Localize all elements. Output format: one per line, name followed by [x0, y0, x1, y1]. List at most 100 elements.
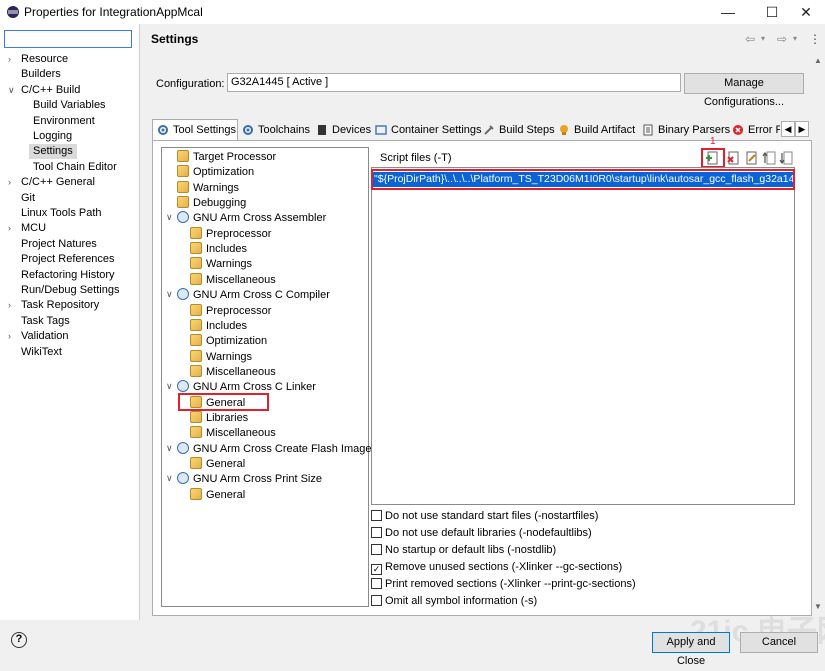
chevron-down-icon[interactable]: ∨	[8, 83, 18, 98]
edit-file-icon[interactable]	[744, 151, 758, 165]
option-row[interactable]: Do not use default libraries (-nodefault…	[371, 526, 592, 540]
tool-tree-leaf[interactable]: Debugging	[177, 196, 246, 211]
option-checkbox[interactable]: ✓	[371, 564, 382, 575]
view-menu-icon[interactable]: ⋮	[809, 32, 821, 46]
chevron-down-icon[interactable]: ∨	[166, 212, 173, 223]
nav-item[interactable]: Settings	[29, 144, 77, 160]
chevron-right-icon[interactable]: ›	[8, 298, 18, 313]
nav-item[interactable]: Environment	[29, 114, 99, 129]
nav-item[interactable]: C/C++ Build	[17, 83, 84, 98]
nav-item[interactable]: Resource	[17, 52, 72, 67]
vertical-scrollbar[interactable]: ▲ ▼	[812, 54, 825, 616]
tab-tool-settings[interactable]: Tool Settings	[152, 119, 238, 140]
scroll-up-icon[interactable]: ▲	[814, 56, 822, 65]
tool-tree-node[interactable]: GNU Arm Cross Create Flash Image	[177, 441, 372, 457]
option-checkbox[interactable]	[371, 544, 382, 555]
tab-scroll-right-button[interactable]: ▶	[795, 121, 809, 137]
chevron-right-icon[interactable]: ›	[8, 329, 18, 344]
move-down-icon[interactable]	[779, 151, 793, 165]
back-dropdown-icon[interactable]: ▾	[761, 34, 765, 43]
nav-item[interactable]: Task Tags	[17, 314, 74, 329]
tab-build-artifact[interactable]: Build Artifact	[554, 120, 635, 140]
tab-error-parsers[interactable]: Error P	[728, 120, 780, 140]
chevron-right-icon[interactable]: ›	[8, 221, 18, 236]
tool-tree-leaf[interactable]: Libraries	[190, 410, 248, 426]
nav-item[interactable]: Tool Chain Editor	[29, 160, 121, 175]
tool-tree-leaf[interactable]: General	[190, 487, 245, 503]
chevron-down-icon[interactable]: ∨	[166, 289, 173, 300]
chevron-down-icon[interactable]: ∨	[166, 381, 173, 392]
nav-item[interactable]: WikiText	[17, 345, 66, 360]
tool-tree-leaf[interactable]: Target Processor	[177, 150, 276, 165]
cancel-button[interactable]: Cancel	[740, 632, 818, 653]
help-icon[interactable]: ?	[11, 632, 27, 648]
option-checkbox[interactable]	[371, 510, 382, 521]
tool-tree-leaf[interactable]: Warnings	[190, 349, 252, 365]
tab-devices[interactable]: Devices	[312, 120, 371, 140]
nav-item[interactable]: Builders	[17, 67, 65, 82]
tool-settings-tree: Target Processor Optimization Warnings Debu…	[161, 147, 372, 607]
chevron-down-icon[interactable]: ∨	[166, 443, 173, 454]
forward-arrow-icon[interactable]: ⇨	[777, 32, 787, 46]
apply-and-close-button[interactable]: Apply and Close	[652, 632, 730, 667]
script-files-list[interactable]	[371, 167, 795, 505]
maximize-button[interactable]: ☐	[755, 0, 789, 24]
forward-dropdown-icon[interactable]: ▾	[793, 34, 797, 43]
configuration-select[interactable]: G32A1445 [ Active ]	[227, 73, 681, 92]
option-row[interactable]: ✓ Remove unused sections (-Xlinker --gc-s…	[371, 560, 622, 575]
nav-item[interactable]: Git	[17, 191, 39, 206]
chevron-down-icon[interactable]: ∨	[166, 473, 173, 484]
chevron-right-icon[interactable]: ›	[8, 52, 18, 67]
tool-tree-leaf[interactable]: Miscellaneous	[190, 272, 276, 288]
back-arrow-icon[interactable]: ⇦	[745, 32, 755, 46]
tab-binary-parsers[interactable]: Binary Parsers	[638, 120, 730, 140]
tool-tree-leaf[interactable]: General	[190, 457, 245, 472]
option-checkbox[interactable]	[371, 595, 382, 606]
minimize-button[interactable]: —	[711, 0, 745, 24]
gear-icon	[158, 125, 168, 135]
delete-file-icon[interactable]	[726, 151, 740, 165]
nav-item[interactable]: Refactoring History	[17, 268, 119, 283]
chevron-right-icon[interactable]: ›	[8, 175, 18, 190]
option-row[interactable]: No startup or default libs (-nostdlib)	[371, 543, 556, 557]
nav-item[interactable]: Logging	[29, 129, 76, 144]
tool-tree-leaf[interactable]: Warnings	[177, 180, 239, 196]
manage-configurations-button[interactable]: Manage Configurations...	[684, 73, 804, 108]
tool-tree-leaf[interactable]: Includes	[190, 242, 247, 257]
tab-container-settings[interactable]: Container Settings	[371, 120, 482, 140]
property-nav-pane: Resource › Builders C/C++ Build ∨ Build Varia…	[0, 24, 140, 620]
tree-node-label: Miscellaneous	[206, 427, 276, 440]
tool-tree-leaf[interactable]: Warnings	[190, 257, 252, 272]
tool-tree-leaf[interactable]: Miscellaneous	[190, 364, 276, 380]
tool-tree-leaf[interactable]: Includes	[190, 318, 247, 334]
option-checkbox[interactable]	[371, 578, 382, 589]
nav-item[interactable]: MCU	[17, 221, 50, 236]
tool-tree-leaf[interactable]: Optimization	[190, 334, 267, 349]
option-row[interactable]: Omit all symbol information (-s)	[371, 594, 537, 608]
nav-item[interactable]: Linux Tools Path	[17, 206, 106, 221]
nav-item[interactable]: Build Variables	[29, 98, 110, 113]
option-checkbox[interactable]	[371, 527, 382, 538]
tab-label: Tool Settings	[173, 124, 236, 136]
nav-item[interactable]: Project Natures	[17, 237, 101, 252]
option-row[interactable]: Do not use standard start files (-nostar…	[371, 509, 598, 523]
tool-tree-leaf[interactable]: Preprocessor	[190, 226, 271, 242]
tool-tree-node[interactable]: GNU Arm Cross C Compiler	[177, 288, 330, 303]
tool-tree-node[interactable]: GNU Arm Cross Assembler	[177, 211, 326, 226]
option-row[interactable]: Print removed sections (-Xlinker --print…	[371, 577, 636, 591]
move-up-icon[interactable]	[762, 151, 776, 165]
nav-item[interactable]: Project References	[17, 252, 119, 267]
nav-item[interactable]: Task Repository	[17, 298, 103, 313]
filter-input[interactable]	[4, 30, 132, 48]
tool-tree-leaf[interactable]: Preprocessor	[190, 303, 271, 319]
nav-item[interactable]: C/C++ General	[17, 175, 99, 190]
nav-item[interactable]: Validation	[17, 329, 73, 344]
nav-item[interactable]: Run/Debug Settings	[17, 283, 123, 298]
tool-tree-leaf[interactable]: Optimization	[177, 165, 254, 180]
tab-scroll-left-button[interactable]: ◀	[781, 121, 795, 137]
tab-toolchains[interactable]: Toolchains	[238, 120, 310, 140]
tool-tree-leaf[interactable]: Miscellaneous	[190, 426, 276, 441]
tool-tree-node[interactable]: GNU Arm Cross Print Size	[177, 472, 322, 487]
close-button[interactable]: ✕	[789, 0, 823, 24]
tab-build-steps[interactable]: Build Steps	[479, 120, 555, 140]
